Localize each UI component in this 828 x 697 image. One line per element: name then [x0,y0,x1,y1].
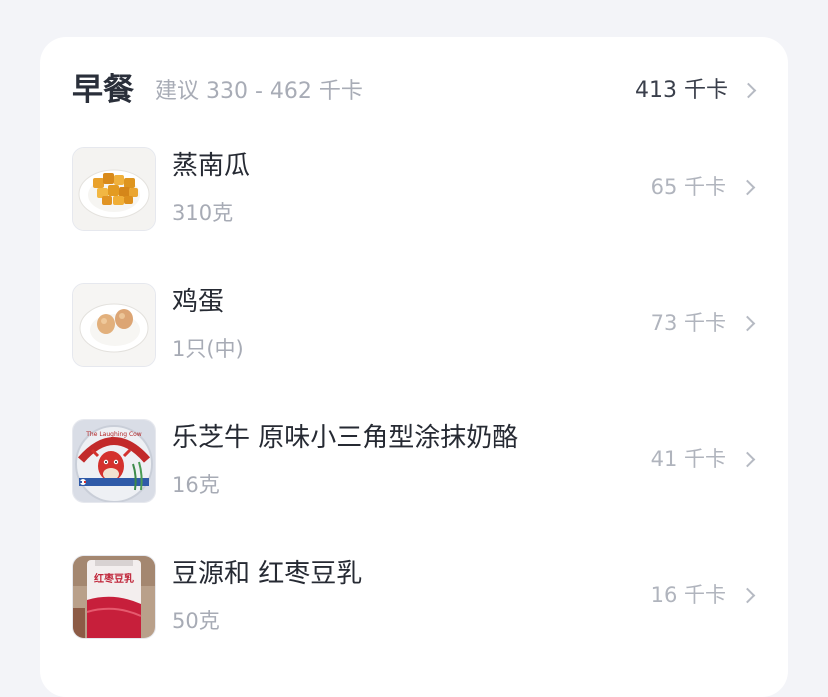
meal-header[interactable]: 早餐 建议 330 - 462 千卡 413 千卡 [40,37,788,145]
chevron-right-icon [739,179,756,196]
chevron-right-icon [740,82,757,99]
food-kcal: 16 千卡 [650,583,726,607]
food-amount: 310克 [172,201,234,225]
chevron-right-icon [739,451,756,468]
food-kcal: 41 千卡 [650,447,726,471]
cheese-brand-text: The Laughing Cow [85,431,142,438]
meal-title: 早餐 [72,72,134,108]
food-amount: 16克 [172,473,220,497]
meal-suggested-range: 建议 330 - 462 千卡 [155,79,363,104]
food-amount: 50克 [172,609,220,633]
eggs-image [73,284,155,366]
breakfast-card: 早餐 建议 330 - 462 千卡 413 千卡 蒸南瓜 310克 65 千卡… [40,37,788,697]
food-name: 乐芝牛 原味小三角型涂抹奶酪 [172,423,519,453]
chevron-right-icon [739,587,756,604]
food-item[interactable]: 蒸南瓜 310克 65 千卡 [40,147,788,263]
food-name: 鸡蛋 [172,287,225,317]
food-amount: 1只(中) [172,337,244,361]
chevron-right-icon [739,315,756,332]
food-kcal: 65 千卡 [650,175,726,199]
pumpkin-image [73,148,155,230]
food-thumbnail-eggs [72,283,156,367]
food-thumbnail-soy-milk: 红枣豆乳 [72,555,156,639]
food-thumbnail-cheese: The Laughing Cow [72,419,156,503]
food-name: 蒸南瓜 [172,151,251,181]
food-kcal: 73 千卡 [650,311,726,335]
soy-milk-image: 红枣豆乳 [73,556,155,638]
food-item[interactable]: The Laughing Cow 乐芝牛 原味小三角型涂抹奶酪 16克 41 千… [40,419,788,535]
food-thumbnail-pumpkin [72,147,156,231]
food-item[interactable]: 鸡蛋 1只(中) 73 千卡 [40,283,788,399]
soy-milk-label-text: 红枣豆乳 [94,572,134,585]
meal-total-kcal: 413 千卡 [635,78,728,103]
food-item[interactable]: 红枣豆乳 豆源和 红枣豆乳 50克 16 千卡 [40,555,788,671]
food-name: 豆源和 红枣豆乳 [172,559,363,589]
laughing-cow-image: The Laughing Cow [73,420,155,502]
